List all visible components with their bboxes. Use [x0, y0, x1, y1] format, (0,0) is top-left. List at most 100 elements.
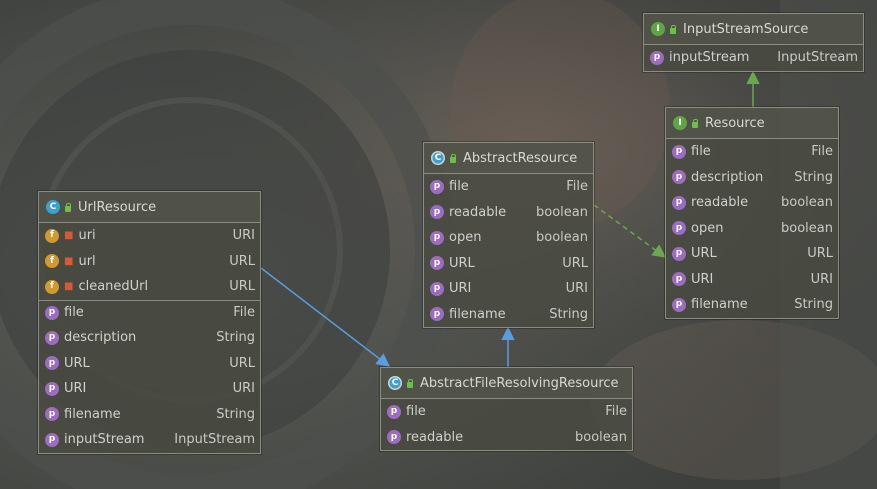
- property-name: filename: [449, 306, 506, 322]
- public-visibility-icon: [64, 202, 72, 212]
- property-type: URI: [565, 281, 588, 297]
- node-header: I Resource: [666, 108, 838, 139]
- property-icon: p: [672, 246, 686, 261]
- property-row[interactable]: p URI URI: [39, 376, 260, 402]
- property-row[interactable]: p open boolean: [666, 216, 838, 242]
- node-title: InputStreamSource: [683, 21, 809, 37]
- property-name: file: [691, 144, 711, 160]
- property-icon: p: [45, 330, 59, 345]
- property-name: file: [64, 305, 84, 321]
- field-row[interactable]: f ■ uri URI: [39, 223, 260, 249]
- property-type: InputStream: [174, 432, 255, 448]
- node-resource[interactable]: I Resource p file File p description Str…: [665, 107, 839, 319]
- property-type: URL: [562, 255, 588, 271]
- property-row[interactable]: p URL URL: [666, 241, 838, 267]
- property-type: boolean: [781, 195, 833, 211]
- property-row[interactable]: p file File: [381, 399, 632, 425]
- property-type: URI: [810, 271, 833, 287]
- property-name: description: [691, 169, 764, 185]
- property-icon: p: [45, 432, 59, 447]
- node-title: AbstractFileResolvingResource: [420, 375, 619, 391]
- node-header: C AbstractResource: [424, 143, 593, 174]
- property-type: String: [794, 297, 833, 313]
- public-visibility-icon: [406, 378, 414, 388]
- interface-icon: I: [673, 116, 687, 130]
- field-row[interactable]: f ■ cleanedUrl URL: [39, 274, 260, 300]
- node-title: Resource: [705, 115, 765, 131]
- field-icon: f: [45, 228, 59, 243]
- property-type: File: [605, 404, 627, 420]
- property-icon: p: [672, 272, 686, 287]
- property-icon: p: [430, 281, 444, 296]
- property-type: boolean: [781, 220, 833, 236]
- property-name: readable: [449, 204, 507, 220]
- property-icon: p: [45, 305, 59, 320]
- property-type: URL: [807, 246, 833, 262]
- property-type: File: [233, 305, 255, 321]
- property-row[interactable]: p readable boolean: [666, 190, 838, 216]
- property-icon: p: [430, 256, 444, 271]
- node-header: I InputStreamSource: [644, 14, 863, 45]
- property-type: boolean: [575, 429, 627, 445]
- field-row[interactable]: f ■ url URL: [39, 249, 260, 275]
- property-row[interactable]: p URI URI: [666, 267, 838, 293]
- node-header: C UrlResource: [39, 192, 260, 223]
- property-type: URI: [232, 381, 255, 397]
- property-row[interactable]: p open boolean: [424, 225, 593, 251]
- field-type: URL: [229, 279, 255, 295]
- field-icon: f: [45, 279, 59, 294]
- property-name: open: [449, 230, 482, 246]
- node-inputstreamsource[interactable]: I InputStreamSource p inputStream InputS…: [643, 13, 864, 72]
- node-title: UrlResource: [78, 199, 157, 215]
- property-row[interactable]: p description String: [39, 325, 260, 351]
- property-type: InputStream: [777, 50, 858, 66]
- property-row[interactable]: p URI URI: [424, 276, 593, 302]
- field-type: URL: [229, 253, 255, 269]
- class-icon: C: [46, 200, 60, 214]
- property-icon: p: [672, 144, 686, 159]
- field-name: url: [78, 253, 96, 269]
- property-name: URI: [449, 281, 472, 297]
- interface-icon: I: [651, 22, 665, 36]
- property-row[interactable]: p readable boolean: [381, 425, 632, 451]
- property-row[interactable]: p filename String: [424, 302, 593, 328]
- property-name: readable: [406, 429, 464, 445]
- node-urlresource[interactable]: C UrlResource f ■ uri URI f ■ url URL f …: [38, 191, 261, 454]
- property-row[interactable]: p inputStream InputStream: [644, 45, 863, 71]
- property-icon: p: [430, 179, 444, 194]
- property-row[interactable]: p filename String: [39, 402, 260, 428]
- property-icon: p: [672, 195, 686, 210]
- abstract-class-icon: C: [388, 376, 402, 390]
- node-header: C AbstractFileResolvingResource: [381, 368, 632, 399]
- property-row[interactable]: p file File: [666, 139, 838, 165]
- node-title: AbstractResource: [463, 150, 578, 166]
- node-abstractfileresolvingresource[interactable]: C AbstractFileResolvingResource p file F…: [380, 367, 633, 451]
- property-row[interactable]: p inputStream InputStream: [39, 427, 260, 453]
- property-icon: p: [387, 430, 401, 445]
- property-name: description: [64, 330, 137, 346]
- abstract-class-icon: C: [431, 151, 445, 165]
- property-icon: p: [45, 381, 59, 396]
- property-icon: p: [45, 356, 59, 371]
- property-name: URL: [449, 255, 475, 271]
- property-icon: p: [672, 170, 686, 185]
- field-name: uri: [78, 228, 96, 244]
- property-name: URL: [691, 246, 717, 262]
- property-name: open: [691, 220, 724, 236]
- property-type: String: [549, 306, 588, 322]
- property-row[interactable]: p description String: [666, 165, 838, 191]
- property-name: URI: [691, 271, 714, 287]
- property-icon: p: [672, 297, 686, 312]
- property-name: inputStream: [669, 50, 750, 66]
- property-type: File: [811, 144, 833, 160]
- property-row[interactable]: p readable boolean: [424, 200, 593, 226]
- private-lock-icon: ■: [64, 281, 74, 293]
- property-row[interactable]: p filename String: [666, 292, 838, 318]
- property-row[interactable]: p file File: [39, 299, 260, 326]
- property-name: file: [406, 404, 426, 420]
- property-row[interactable]: p file File: [424, 174, 593, 200]
- node-abstractresource[interactable]: C AbstractResource p file File p readabl…: [423, 142, 594, 328]
- property-row[interactable]: p URL URL: [424, 251, 593, 277]
- property-row[interactable]: p URL URL: [39, 351, 260, 377]
- field-name: cleanedUrl: [78, 279, 149, 295]
